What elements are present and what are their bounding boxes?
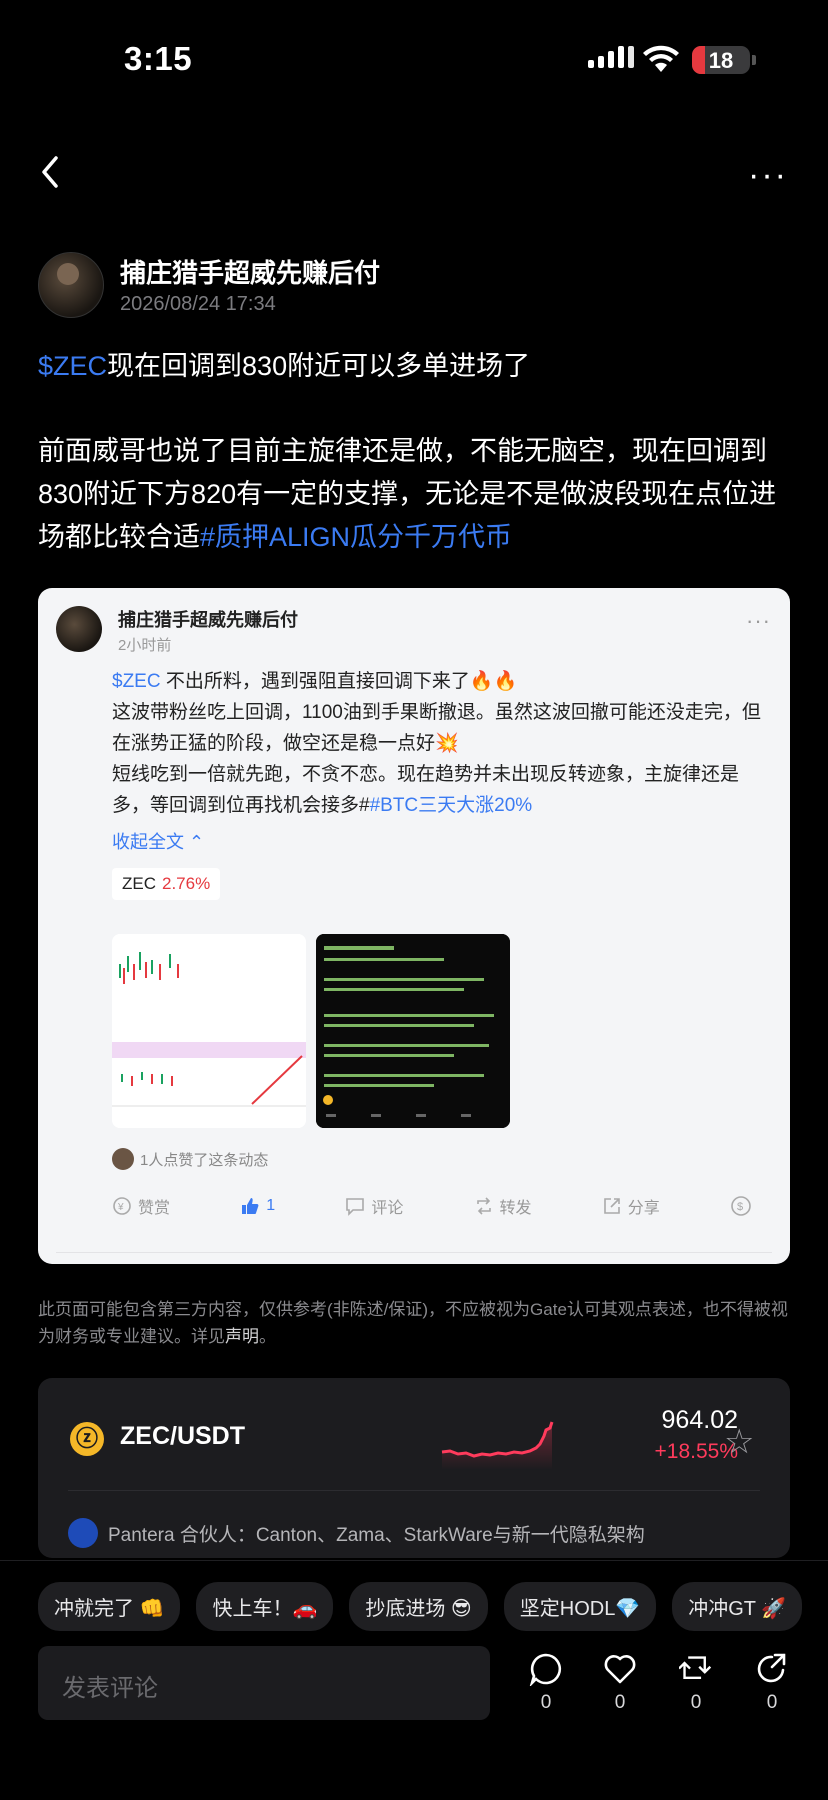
quick-reply-chip[interactable]: 抄底进场 😎: [349, 1582, 488, 1631]
share-label: 分享: [627, 1200, 660, 1217]
comment-label: 评论: [371, 1200, 404, 1217]
comments-count: 0: [540, 1692, 552, 1713]
liker-avatar: [112, 1148, 134, 1170]
quoted-action-bar: ¥ 赞赏 1 评论 转发 分享 $: [112, 1194, 752, 1218]
dollar-icon: $: [731, 1196, 751, 1216]
repost-square-icon: [679, 1656, 712, 1679]
likers-text: 1人点赞了这条动态: [140, 1151, 269, 1169]
quoted-author-avatar[interactable]: [56, 606, 102, 652]
reward-label: 赞赏: [138, 1200, 171, 1217]
svg-text:¥: ¥: [117, 1202, 124, 1213]
hashtag-link[interactable]: #质押ALIGN瓜分千万代币: [200, 522, 512, 552]
status-time: 3:15: [124, 40, 193, 77]
svg-text:$: $: [737, 1201, 743, 1213]
heart-icon: [604, 1655, 636, 1684]
likes-action[interactable]: 0: [596, 1652, 644, 1714]
back-arrow-icon[interactable]: [36, 152, 66, 192]
headline-text: 现在回调到830附近可以多单进场了: [107, 351, 531, 381]
quick-reply-chip[interactable]: 快上车！🚗: [196, 1582, 334, 1631]
post-body: 前面威哥也说了目前主旋律还是做，不能无脑空，现在回调到830附近下方820有一定…: [38, 430, 794, 559]
share-button[interactable]: 分享: [602, 1194, 660, 1218]
quoted-text: $ZEC 不出所料，遇到强阻直接回调下来了🔥🔥 这波带粉丝吃上回调，1100油到…: [112, 666, 762, 821]
disclaimer-link[interactable]: 声明: [225, 1327, 259, 1346]
repost-label: 转发: [499, 1200, 532, 1217]
ticker-symbol: ZEC: [122, 874, 156, 893]
reward-button[interactable]: ¥ 赞赏: [112, 1194, 170, 1218]
battery-level: 18: [708, 48, 734, 73]
share-arrow-icon: [757, 1653, 786, 1683]
likes-count: 0: [614, 1692, 626, 1713]
disclaimer-end: 。: [259, 1327, 276, 1346]
market-change: +18.55%: [654, 1440, 739, 1463]
reposts-count: 0: [690, 1692, 702, 1713]
favorite-star-icon[interactable]: ☆: [724, 1422, 754, 1462]
card-divider: [56, 1252, 772, 1253]
quick-reply-chip[interactable]: 坚定HODL💎: [503, 1582, 657, 1631]
disclaimer-text: 此页面可能包含第三方内容，仅供参考(非陈述/保证)，不应被视为Gate认可其观点…: [38, 1300, 788, 1346]
market-divider: [68, 1490, 760, 1491]
quoted-more-icon[interactable]: ···: [746, 608, 771, 634]
quoted-text-b: 这波带粉丝吃上回调，1100油到手果断撤退。虽然这波回撤可能还没走完，但在涨势正…: [112, 702, 761, 754]
price-sparkline: [441, 1421, 554, 1470]
likers-row[interactable]: 1人点赞了这条动态: [112, 1148, 268, 1170]
news-headline[interactable]: Pantera 合伙人：Canton、Zama、StarkWare与新一代隐私架…: [108, 1520, 645, 1547]
news-source-icon: [68, 1518, 98, 1548]
trading-pair[interactable]: ZEC/USDT: [120, 1422, 245, 1451]
repost-button[interactable]: 转发: [474, 1194, 532, 1218]
comments-action[interactable]: 0: [522, 1652, 570, 1714]
share-action[interactable]: 0: [748, 1652, 796, 1714]
quoted-author-name[interactable]: 捕庄猎手超威先赚后付: [118, 606, 298, 632]
market-card[interactable]: ⓩ ZEC/USDT 964.02 +18.55% ☆ Pantera 合伙人：…: [38, 1378, 790, 1558]
quick-reply-chip[interactable]: 冲就完了 👊: [38, 1582, 181, 1631]
ticker-chip[interactable]: ZEC 2.76%: [112, 868, 221, 900]
repost-icon: [476, 1197, 491, 1215]
shares-count: 0: [766, 1692, 778, 1713]
repost-action[interactable]: 0: [672, 1652, 720, 1714]
comment-icon: [346, 1198, 365, 1216]
post-screenshot-image[interactable]: [316, 934, 510, 1128]
more-options-icon[interactable]: ···: [748, 156, 788, 195]
quick-reply-chips: 冲就完了 👊 快上车！🚗 抄底进场 😎 坚定HODL💎 冲冲GT 🚀: [38, 1582, 803, 1631]
ticker-change: 2.76%: [162, 874, 211, 893]
zec-coin-icon: ⓩ: [70, 1422, 104, 1456]
chart-screenshot-image[interactable]: [112, 934, 306, 1128]
thumbs-up-icon: [242, 1198, 259, 1214]
post-timestamp: 2026/08/24 17:34: [120, 293, 276, 315]
market-price: 964.02: [661, 1406, 738, 1434]
disclaimer: 此页面可能包含第三方内容，仅供参考(非陈述/保证)，不应被视为Gate认可其观点…: [38, 1296, 790, 1350]
ticker-link[interactable]: $ZEC: [38, 351, 107, 381]
author-name[interactable]: 捕庄猎手超威先赚后付: [120, 253, 380, 290]
collapse-text-link[interactable]: 收起全文 ⌃: [112, 828, 204, 854]
like-button[interactable]: 1: [240, 1194, 275, 1218]
comment-button[interactable]: 评论: [345, 1194, 403, 1218]
post-headline: $ZEC现在回调到830附近可以多单进场了: [38, 348, 530, 384]
battery-icon: 18: [692, 46, 750, 74]
share-icon: [603, 1198, 620, 1214]
comment-placeholder: 发表评论: [62, 1675, 158, 1702]
battery-tip: [752, 55, 756, 65]
tip-button[interactable]: $: [730, 1194, 752, 1218]
cellular-signal-icon: [588, 46, 634, 68]
quoted-post-card[interactable]: 捕庄猎手超威先赚后付 2小时前 ··· $ZEC 不出所料，遇到强阻直接回调下来…: [38, 588, 790, 1264]
quick-reply-chip[interactable]: 冲冲GT 🚀: [672, 1582, 803, 1631]
quoted-ticker-link[interactable]: $ZEC: [112, 671, 161, 692]
comment-bubble-icon: [529, 1653, 562, 1686]
author-avatar[interactable]: [38, 252, 104, 318]
wifi-icon: [643, 45, 679, 72]
reward-icon: ¥: [113, 1197, 131, 1215]
quoted-text-a: 不出所料，遇到强阻直接回调下来了🔥🔥: [160, 671, 518, 692]
like-count: 1: [266, 1197, 276, 1214]
quoted-hashtag-link[interactable]: #BTC三天大涨20%: [370, 795, 533, 816]
quoted-time: 2小时前: [118, 637, 172, 654]
